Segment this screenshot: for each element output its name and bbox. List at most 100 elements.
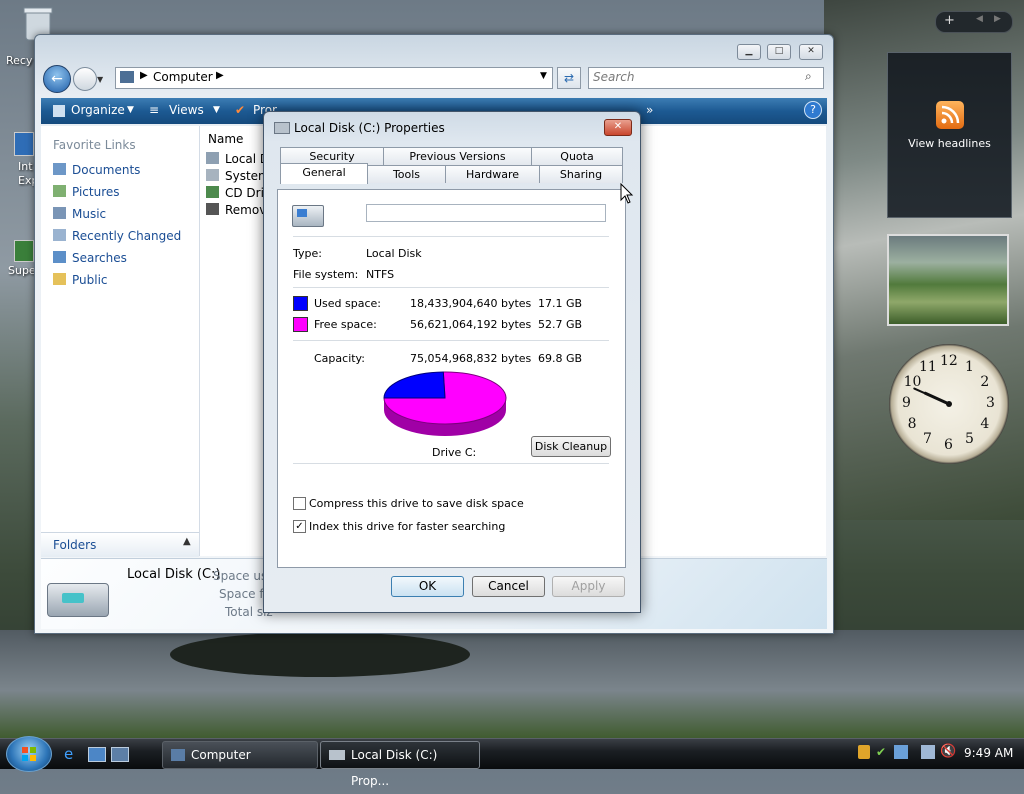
nav-searches-label: Searches [72,251,127,265]
compress-checkbox[interactable] [293,497,306,510]
task-properties[interactable]: Local Disk (C:) Prop... [320,741,480,788]
clock-number: 3 [986,395,995,411]
drive-icon [292,205,324,227]
next-icon[interactable]: ▶ [994,14,1001,24]
recently-changed-icon [53,229,66,241]
tab-previous-versions[interactable]: Previous Versions [383,147,532,165]
taskbar-clock[interactable]: 9:49 AM [964,746,1013,760]
cd-drive-icon [206,186,219,198]
type-value: Local Disk [366,247,422,260]
minimize-button[interactable]: ▁ [737,44,761,60]
nav-documents-label: Documents [72,163,141,177]
feed-headlines-gadget[interactable]: View headlines [887,52,1012,218]
file-system-label: File system: [293,268,359,281]
nav-searches[interactable]: Searches [53,251,127,265]
start-button[interactable] [6,736,52,772]
clock-number: 7 [923,431,932,448]
column-header-name[interactable]: Name [208,132,243,146]
clock-number: 9 [902,395,911,411]
tab-hardware[interactable]: Hardware [445,165,540,183]
index-checkbox[interactable]: ✓ [293,520,306,533]
nav-music[interactable]: Music [53,207,106,221]
hard-drive-icon [206,169,219,181]
folders-label: Folders [53,538,97,552]
views-icon: ≡ [149,103,160,117]
volume-muted-icon[interactable]: 🔇 [940,744,956,759]
dialog-title: Local Disk (C:) Properties [294,121,445,135]
tray-app-icon[interactable] [894,745,908,759]
organize-button[interactable]: Organize [71,103,125,117]
capacity-label: Capacity: [314,352,365,365]
ie-shortcut-icon[interactable] [14,132,34,156]
forward-button[interactable] [73,67,97,91]
list-item[interactable]: System [206,169,270,183]
details-title: Local Disk (C:) [127,567,221,582]
ok-button[interactable]: OK [391,576,464,597]
switch-windows-icon[interactable] [111,747,129,762]
breadcrumb-computer[interactable]: Computer [153,70,213,84]
nav-pictures[interactable]: Pictures [53,185,120,199]
list-item[interactable]: Local D [206,152,269,166]
mouse-cursor-icon [620,183,634,204]
free-space-bytes: 56,621,064,192 bytes [410,318,532,331]
search-icon[interactable]: ⌕ [805,69,812,84]
view-headlines-label: View headlines [908,137,991,150]
used-space-swatch [293,296,308,311]
show-desktop-icon[interactable] [88,747,106,762]
used-space-bytes: 18,433,904,640 bytes [410,297,532,310]
add-gadget-icon[interactable]: + [944,13,955,28]
recent-pages-chevron-icon[interactable]: ▼ [97,75,103,84]
folders-toggle[interactable]: Folders ▲ [41,532,199,557]
shortcut-icon[interactable] [14,240,34,262]
more-commands-button[interactable]: » [646,103,653,117]
capacity-bytes: 75,054,968,832 bytes [410,352,532,365]
network-icon[interactable] [921,745,935,759]
removable-drive-icon [206,203,219,215]
minute-hand [913,387,950,405]
tab-general[interactable]: General [280,163,368,184]
slide-show-gadget[interactable] [887,234,1009,326]
views-chevron-icon: ▼ [213,105,220,115]
sidebar-controls: + ◀ ▶ [935,11,1013,33]
windows-update-icon[interactable]: ✔ [876,745,886,759]
help-icon[interactable]: ? [804,101,822,119]
divider [293,463,609,464]
cancel-button[interactable]: Cancel [472,576,545,597]
compress-label: Compress this drive to save disk space [309,497,524,510]
tab-tools[interactable]: Tools [367,165,446,183]
security-alert-icon[interactable] [858,745,870,759]
file-system-value: NTFS [366,268,395,281]
close-button[interactable]: ✕ [799,44,823,60]
clock-number: 5 [965,431,974,448]
apply-button[interactable]: Apply [552,576,625,597]
address-dropdown-icon[interactable]: ▼ [540,71,547,81]
task-properties-label: Local Disk (C:) Prop... [351,748,438,788]
clock-gadget[interactable]: 12 1 2 3 4 5 6 7 8 9 10 11 [889,344,1009,464]
nav-public[interactable]: Public [53,273,108,287]
refresh-icon[interactable]: ⇄ [557,67,581,89]
tab-sharing[interactable]: Sharing [539,165,623,183]
properties-icon: ✔ [235,103,246,117]
index-label: Index this drive for faster searching [309,520,506,533]
chevron-up-icon: ▲ [183,536,191,547]
nav-documents[interactable]: Documents [53,163,140,177]
drive-name-input[interactable] [366,204,606,222]
disk-cleanup-button[interactable]: Disk Cleanup [531,436,611,457]
task-computer[interactable]: Computer [162,741,318,769]
dialog-close-button[interactable]: ✕ [604,119,632,136]
maximize-button[interactable]: □ [767,44,791,60]
nav-recently-changed[interactable]: Recently Changed [53,229,181,243]
address-bar[interactable]: ▶ Computer ▶ ▼ [115,67,553,89]
list-item[interactable]: CD Driv [206,186,271,200]
tab-quota[interactable]: Quota [531,147,623,165]
back-button[interactable]: ← [43,65,71,93]
hard-drive-icon [206,152,219,164]
capacity-gb: 69.8 GB [538,352,583,365]
previous-icon[interactable]: ◀ [976,14,983,24]
divider [293,340,609,341]
views-button[interactable]: Views [169,103,204,117]
ie-quicklaunch-icon[interactable]: e [64,745,73,763]
search-input[interactable]: Search ⌕ [588,67,824,89]
breadcrumb-chevron-icon[interactable]: ▶ [216,70,224,81]
nav-recently-changed-label: Recently Changed [72,229,182,243]
